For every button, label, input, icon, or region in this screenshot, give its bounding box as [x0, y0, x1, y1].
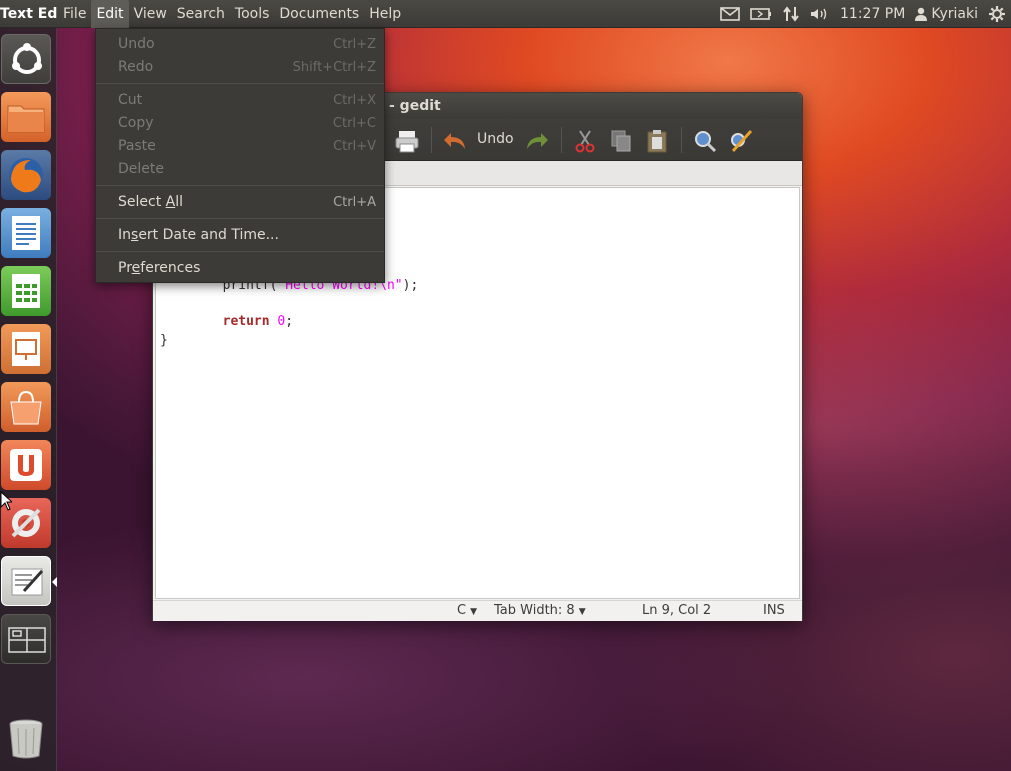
ubuntu-dash-icon[interactable]	[1, 34, 51, 84]
menubar: File Edit View Search Tools Documents He…	[58, 0, 406, 28]
software-center-icon[interactable]	[1, 382, 51, 432]
menu-item-preferences[interactable]: Preferences	[96, 257, 384, 280]
window-title: - gedit	[389, 98, 441, 114]
user-menu[interactable]: Kyriaki	[915, 6, 978, 22]
cut-button[interactable]	[571, 127, 599, 155]
menu-separator	[96, 218, 384, 219]
network-icon[interactable]	[782, 6, 800, 22]
status-bar: C ▼ Tab Width: 8 ▼ Ln 9, Col 2 INS	[153, 600, 802, 621]
redo-icon	[527, 133, 548, 149]
redo-button[interactable]	[523, 127, 551, 155]
menu-separator	[96, 185, 384, 186]
app-name: Text Editor	[0, 5, 58, 22]
print-icon	[395, 131, 419, 153]
menu-item-accel: Ctrl+C	[332, 116, 376, 131]
undo-button[interactable]	[441, 127, 469, 155]
volume-icon[interactable]	[810, 7, 830, 21]
clock[interactable]: 11:27 PM	[840, 6, 905, 22]
insert-mode: INS	[763, 603, 785, 618]
chevron-down-icon: ▼	[578, 607, 586, 617]
ubuntu-one-icon[interactable]	[1, 440, 51, 490]
home-folder-icon[interactable]	[1, 92, 51, 142]
active-app-indicator	[52, 577, 57, 587]
menu-item-select-all[interactable]: Select All Ctrl+A	[96, 191, 384, 214]
code-keyword-return: return	[222, 314, 270, 329]
search-icon	[695, 131, 717, 153]
menu-item-label: Preferences	[118, 260, 201, 276]
indicator-area: 11:27 PM Kyriaki	[715, 0, 1011, 28]
power-gear-icon[interactable]	[988, 5, 1006, 23]
libreoffice-calc-icon[interactable]	[1, 266, 51, 316]
code-printf-suffix: );	[402, 278, 419, 293]
menu-item-accel: Ctrl+V	[333, 139, 376, 154]
user-name: Kyriaki	[931, 6, 978, 22]
cursor-position: Ln 9, Col 2	[642, 603, 712, 618]
language-selector[interactable]: C ▼	[457, 601, 477, 622]
menu-item-undo[interactable]: Undo Ctrl+Z	[96, 33, 384, 56]
menu-item-label: Redo	[118, 59, 154, 75]
user-icon	[915, 7, 928, 21]
menu-item-accel: Ctrl+X	[333, 93, 376, 108]
libreoffice-writer-icon[interactable]	[1, 208, 51, 258]
replace-button[interactable]	[727, 127, 755, 155]
menu-item-label: Undo	[118, 36, 155, 52]
language-label: C	[457, 603, 467, 618]
menu-file[interactable]: File	[58, 0, 91, 28]
menu-item-accel: Ctrl+A	[333, 195, 376, 210]
menu-item-label: Insert Date and Time...	[118, 227, 279, 243]
paste-icon	[647, 130, 667, 153]
menu-item-label: Select All	[118, 194, 183, 210]
code-semicolon: ;	[285, 314, 294, 329]
find-button[interactable]	[691, 127, 719, 155]
menu-edit[interactable]: Edit	[91, 0, 129, 28]
menu-item-label: Delete	[118, 161, 164, 177]
mouse-pointer-icon	[0, 490, 14, 515]
paste-button[interactable]	[643, 127, 671, 155]
menu-item-cut[interactable]: Cut Ctrl+X	[96, 89, 384, 112]
menu-item-redo[interactable]: Redo Shift+Ctrl+Z	[96, 56, 384, 79]
firefox-icon[interactable]	[1, 150, 51, 200]
gedit-icon[interactable]	[1, 556, 51, 606]
menu-item-label: Paste	[118, 138, 156, 154]
mail-icon[interactable]	[720, 7, 740, 21]
toolbar-separator	[681, 127, 682, 153]
menu-view[interactable]: View	[129, 0, 172, 28]
menu-item-accel: Ctrl+Z	[333, 37, 376, 52]
toolbar-separator	[561, 127, 562, 153]
menu-help[interactable]: Help	[364, 0, 406, 28]
code-line-close-brace: }	[160, 333, 168, 348]
menu-tools[interactable]: Tools	[230, 0, 275, 28]
menu-item-label: Cut	[118, 92, 143, 108]
battery-icon[interactable]	[750, 7, 772, 21]
edit-menu-dropdown: Undo Ctrl+Z Redo Shift+Ctrl+Z Cut Ctrl+X…	[95, 28, 385, 283]
menu-documents[interactable]: Documents	[274, 0, 364, 28]
print-button[interactable]	[393, 127, 421, 155]
trash-icon[interactable]	[1, 712, 51, 762]
copy-icon	[611, 130, 631, 152]
toolbar-separator	[431, 127, 432, 153]
menu-item-accel: Shift+Ctrl+Z	[292, 60, 376, 75]
find-replace-icon	[731, 129, 753, 153]
tab-width-label: Tab Width: 8	[494, 603, 575, 618]
menu-separator	[96, 83, 384, 84]
chevron-down-icon: ▼	[470, 607, 477, 617]
menu-item-delete[interactable]: Delete	[96, 158, 384, 181]
copy-button[interactable]	[607, 127, 635, 155]
workspace-switcher-icon[interactable]	[1, 614, 51, 664]
menu-item-paste[interactable]: Paste Ctrl+V	[96, 135, 384, 158]
libreoffice-impress-icon[interactable]	[1, 324, 51, 374]
menu-search[interactable]: Search	[172, 0, 230, 28]
menu-item-insert-date-time[interactable]: Insert Date and Time...	[96, 224, 384, 247]
menu-item-copy[interactable]: Copy Ctrl+C	[96, 112, 384, 135]
code-line-return: return 0;	[160, 314, 293, 329]
menu-separator	[96, 251, 384, 252]
undo-label[interactable]: Undo	[477, 131, 514, 147]
scissors-icon	[575, 130, 595, 153]
launcher	[0, 28, 57, 771]
tab-width-selector[interactable]: Tab Width: 8 ▼	[494, 601, 586, 622]
undo-icon	[444, 133, 465, 149]
menu-item-label: Copy	[118, 115, 154, 131]
top-panel: Text Editor File Edit View Search Tools …	[0, 0, 1011, 28]
